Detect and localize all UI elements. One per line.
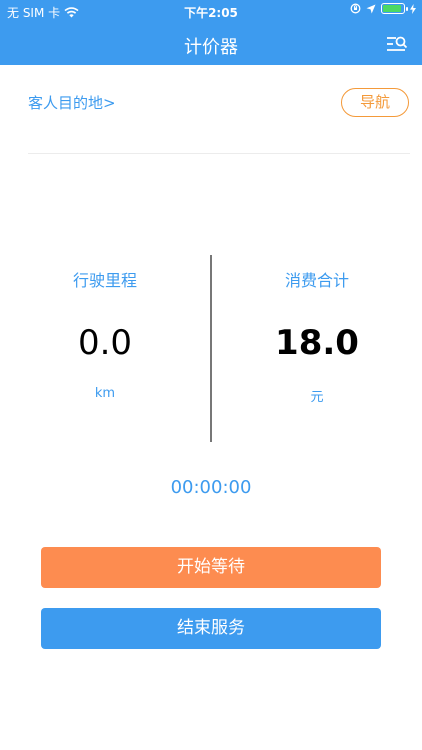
status-right [350,3,416,14]
fare-value: 18.0 [275,323,359,363]
app-header: 无 SIM 卡 下午2:05 计价器 [0,0,422,65]
status-bar: 无 SIM 卡 下午2:05 [0,0,422,22]
location-arrow-icon [366,4,376,13]
start-waiting-button[interactable]: 开始等待 [41,547,381,588]
distance-label: 行驶里程 [72,271,137,290]
page-title: 计价器 [184,37,238,58]
end-service-button[interactable]: 结束服务 [41,608,381,649]
orientation-lock-icon [350,3,361,14]
meter-stats: 行驶里程 0.0 km 消费合计 18.0 元 [0,255,422,443]
charging-bolt-icon [410,3,416,14]
destination-label: 客人目的地 [28,94,104,112]
fare-label: 消费合计 [284,271,349,290]
destination-row: 客人目的地> 导航 [0,65,422,155]
navigate-button[interactable]: 导航 [341,88,409,117]
battery-level [383,5,401,12]
distance-value: 0.0 [77,323,133,363]
divider [28,153,410,154]
destination-link[interactable]: 客人目的地> [28,92,116,113]
battery-icon [381,3,408,14]
fare-unit: 元 [310,390,324,405]
distance-unit: km [94,386,116,401]
elapsed-timer: 00:00:00 [170,477,252,498]
menu-search-icon [387,36,408,51]
menu-search-button[interactable] [386,35,408,53]
chevron-right-icon: > [103,94,116,112]
